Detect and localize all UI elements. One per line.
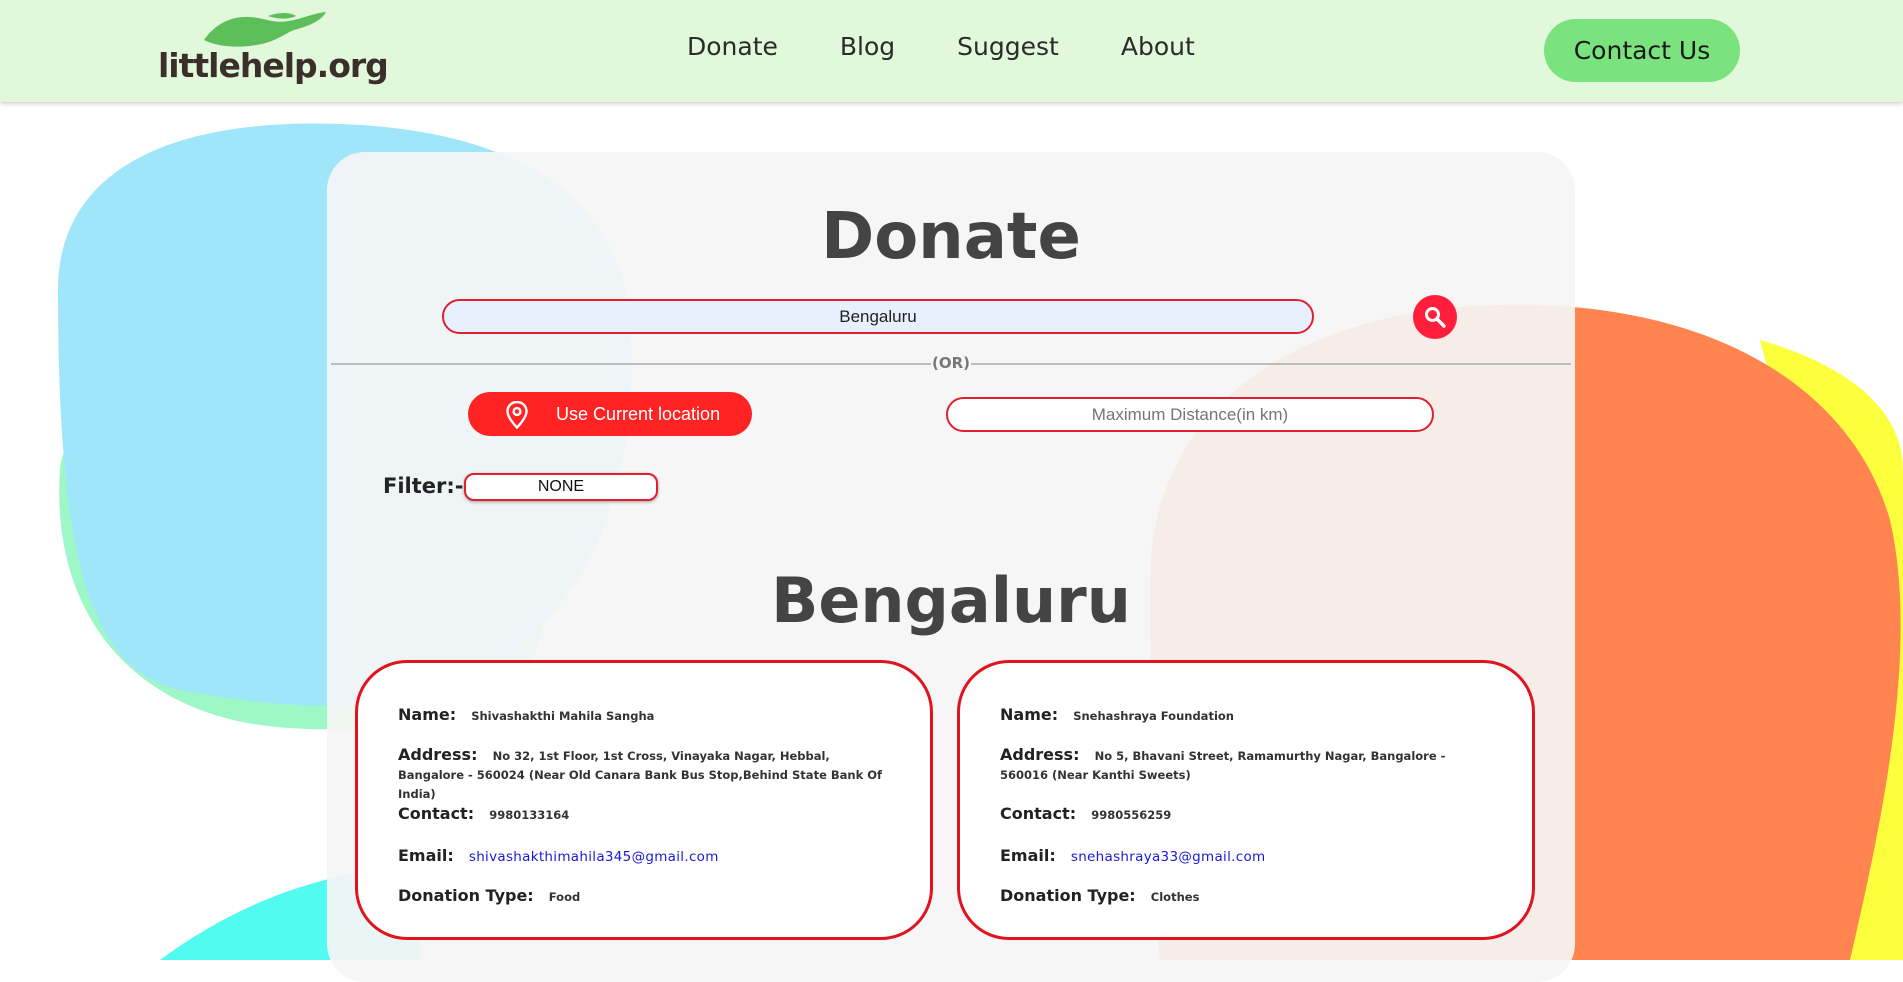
address-label: Address: (1000, 745, 1080, 764)
donate-panel: Donate (OR) Use Current location Filter:… (327, 152, 1575, 982)
nav-suggest[interactable]: Suggest (957, 32, 1059, 61)
org-name: Snehashraya Foundation (1073, 709, 1234, 723)
divider-left (331, 363, 931, 365)
org-contact: 9980133164 (489, 808, 570, 822)
city-heading: Bengaluru (771, 564, 1131, 637)
page-title: Donate (821, 200, 1081, 274)
org-contact-row: Contact: 9980556259 (1000, 804, 1492, 823)
address-label: Address: (398, 745, 478, 764)
name-label: Name: (398, 705, 457, 724)
nav-blog[interactable]: Blog (840, 32, 895, 61)
filter-label: Filter:- (383, 474, 464, 498)
org-type-row: Donation Type: Clothes (1000, 886, 1492, 905)
organization-card: Name: Shivashakthi Mahila Sangha Address… (355, 660, 933, 940)
donation-type-label: Donation Type: (1000, 886, 1136, 905)
org-email-link[interactable]: snehashraya33@gmail.com (1071, 849, 1266, 865)
name-label: Name: (1000, 705, 1059, 724)
org-type-row: Donation Type: Food (398, 886, 890, 905)
location-pin-icon (506, 401, 528, 429)
search-button[interactable] (1413, 295, 1457, 339)
org-email-link[interactable]: shivashakthimahila345@gmail.com (469, 849, 719, 865)
nav-about[interactable]: About (1121, 32, 1195, 61)
org-donation-type: Clothes (1150, 890, 1200, 904)
org-name-row: Name: Shivashakthi Mahila Sangha (398, 705, 890, 724)
org-email-row: Email: shivashakthimahila345@gmail.com (398, 846, 890, 865)
divider-right (971, 363, 1571, 365)
email-label: Email: (398, 846, 454, 865)
logo-text: littlehelp.org (158, 46, 389, 85)
org-contact: 9980556259 (1091, 808, 1172, 822)
contact-label: Contact: (1000, 804, 1077, 823)
location-button-label: Use Current location (556, 404, 721, 424)
contact-label: Contact: (398, 804, 475, 823)
site-header: littlehelp.org Donate Blog Suggest About… (0, 0, 1903, 102)
max-distance-input[interactable] (946, 397, 1434, 432)
or-separator: (OR) (931, 354, 970, 372)
contact-us-button[interactable]: Contact Us (1544, 19, 1740, 82)
main-nav: Donate Blog Suggest About (687, 32, 1195, 61)
org-name-row: Name: Snehashraya Foundation (1000, 705, 1492, 724)
city-search-input[interactable] (442, 299, 1314, 334)
org-name: Shivashakthi Mahila Sangha (471, 709, 655, 723)
org-contact-row: Contact: 9980133164 (398, 804, 890, 823)
org-address-row: Address: No 32, 1st Floor, 1st Cross, Vi… (398, 746, 890, 803)
magnifier-icon (1425, 307, 1446, 328)
organization-card: Name: Snehashraya Foundation Address: No… (957, 660, 1535, 940)
org-donation-type: Food (548, 890, 581, 904)
email-label: Email: (1000, 846, 1056, 865)
filter-select[interactable]: NONE (464, 473, 658, 501)
donation-type-label: Donation Type: (398, 886, 534, 905)
org-address-row: Address: No 5, Bhavani Street, Ramamurth… (1000, 746, 1492, 784)
logo[interactable]: littlehelp.org (158, 10, 389, 90)
nav-donate[interactable]: Donate (687, 32, 778, 61)
org-email-row: Email: snehashraya33@gmail.com (1000, 846, 1492, 865)
use-current-location-button[interactable]: Use Current location (468, 392, 752, 436)
